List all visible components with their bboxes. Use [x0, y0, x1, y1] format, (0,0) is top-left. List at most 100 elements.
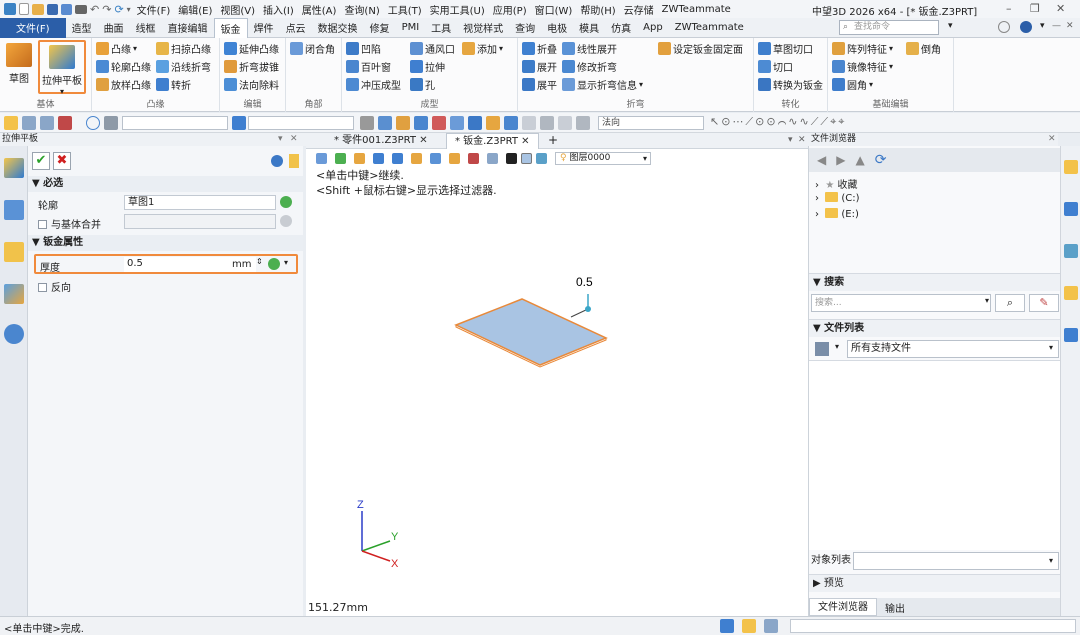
flange-button[interactable]: 凸缘 ▾ [96, 40, 137, 56]
snap-face-icon[interactable] [414, 116, 428, 130]
history-icon[interactable] [4, 284, 24, 304]
tab-direct-edit[interactable]: 直接编辑 [162, 18, 214, 38]
chamfer-button[interactable]: 倒角 [906, 40, 941, 56]
profile-field[interactable]: 草图1 [124, 195, 276, 210]
menu-attribute[interactable]: 属性(A) [302, 2, 337, 17]
tab-data-exchange[interactable]: 数据交换 [312, 18, 364, 38]
chevron-down-icon[interactable]: ▾ [1049, 343, 1053, 352]
view-icon[interactable] [232, 116, 246, 130]
preview-section[interactable]: ▶ 预览 [809, 574, 1061, 592]
mirror-feature-button[interactable]: 镜像特征 ▾ [832, 58, 893, 74]
chevron-down-icon[interactable]: ▾ [985, 296, 989, 305]
tab-repair[interactable]: 修复 [364, 18, 396, 38]
chevron-down-icon[interactable]: ▾ [835, 342, 839, 351]
library-icon[interactable] [1064, 202, 1078, 216]
file-list[interactable] [809, 360, 1061, 550]
forward-icon[interactable]: ▶ [836, 153, 845, 167]
select-icon[interactable] [4, 116, 18, 130]
redo-icon[interactable]: ↷ [102, 3, 111, 16]
panel-close-icon[interactable]: ✕ [290, 133, 298, 146]
save-as-icon[interactable] [61, 3, 72, 15]
extend-flange-button[interactable]: 延伸凸缘 [224, 40, 279, 56]
pull-plate-button[interactable]: 拉伸平板 ▾ [38, 40, 86, 96]
line-icon[interactable] [40, 116, 54, 130]
tab-pmi[interactable]: PMI [396, 18, 426, 38]
object-list-combo[interactable] [853, 552, 1059, 570]
tab-surface[interactable]: 曲面 [98, 18, 130, 38]
file-search-input[interactable]: 搜索... [811, 294, 991, 312]
bend-draft-button[interactable]: 折弯拔锥 [224, 58, 279, 74]
jog-button[interactable]: 转折 [156, 76, 191, 92]
unfold-button[interactable]: 展开 [522, 58, 557, 74]
part-icon[interactable] [4, 242, 24, 262]
snap-grid-icon[interactable] [468, 116, 482, 130]
file-browser-close-icon[interactable]: ✕ [1048, 133, 1056, 146]
3d-viewport[interactable]: ♀ 图层0000 ▾ <单击中键>继续. <Shift +鼠标右键>显示选择过滤… [306, 149, 808, 616]
spinner-icon[interactable]: ⇕ [256, 257, 263, 266]
sketch-cut-button[interactable]: 草图切口 [758, 40, 813, 56]
search-icon[interactable]: ⌕ [995, 294, 1025, 312]
menu-app[interactable]: 应用(P) [493, 2, 527, 17]
menu-view[interactable]: 视图(V) [220, 2, 255, 17]
tree-favorites[interactable]: › ★ 收藏 [815, 176, 858, 191]
tab-file[interactable]: 文件(F) [0, 17, 66, 38]
new-file-icon[interactable] [19, 3, 29, 15]
add-button[interactable]: 添加 ▾ [462, 40, 503, 56]
ribbon-close-icon[interactable]: ✕ [1066, 21, 1074, 31]
doc-tab-sheet-metal[interactable]: * 钣金.Z3PRT ✕ [446, 133, 539, 149]
feature-icon[interactable] [4, 158, 24, 178]
loft-flange-button[interactable]: 放样凸缘 [96, 76, 151, 92]
user-icon[interactable] [4, 324, 24, 344]
menu-teammate[interactable]: ZWTeammate [662, 4, 731, 15]
snap-tangent-icon[interactable] [504, 116, 518, 130]
fillet-button[interactable]: 圆角 ▾ [832, 76, 873, 92]
file-type-filter[interactable]: 所有支持文件 [847, 340, 1059, 358]
merge-checkbox[interactable] [38, 220, 47, 229]
sketch-tools-icon[interactable]: ↖⊙⋯⟋⊙⊙⌒∿∿⟋⟋⌖⌖ [710, 115, 847, 129]
tool-library-icon[interactable] [1064, 328, 1078, 342]
chevron-down-icon[interactable]: ▾ [1049, 550, 1053, 572]
pick-icon[interactable] [22, 116, 36, 130]
set-fixed-face-button[interactable]: 设定钣金固定面 [658, 40, 743, 56]
snap-icon[interactable] [360, 116, 374, 130]
louver-button[interactable]: 百叶窗 [346, 58, 391, 74]
tab-mold[interactable]: 模具 [573, 18, 605, 38]
status-view-icon[interactable] [720, 619, 734, 633]
pick-profile-icon[interactable] [280, 196, 292, 208]
tab-visual-style[interactable]: 视觉样式 [457, 18, 509, 38]
tab-modeling[interactable]: 造型 [66, 18, 98, 38]
help-icon[interactable] [1020, 21, 1032, 33]
snap-quad-icon[interactable] [540, 116, 554, 130]
linear-unfold-button[interactable]: 线性展开 [562, 40, 617, 56]
snap-end-icon[interactable] [486, 116, 500, 130]
merge-field[interactable] [124, 214, 276, 229]
restore-icon[interactable]: ❐ [1030, 2, 1040, 15]
print-icon[interactable] [75, 4, 87, 14]
search-section[interactable]: ▼ 搜索 [809, 273, 1061, 291]
refresh-icon[interactable]: ⟳ [114, 3, 123, 16]
hole-button[interactable]: 孔 [410, 76, 435, 92]
dimension-handle[interactable] [585, 306, 591, 312]
menu-insert[interactable]: 插入(I) [263, 2, 294, 17]
material-icon[interactable] [1064, 286, 1078, 300]
ok-icon[interactable]: ✔ [32, 152, 50, 170]
tab-wireframe[interactable]: 线框 [130, 18, 162, 38]
tab-sheet-metal[interactable]: 钣金 [213, 17, 248, 38]
menu-file[interactable]: 文件(F) [137, 2, 171, 17]
circle-icon[interactable] [86, 116, 100, 130]
convert-to-sheet-metal-button[interactable]: 转换为钣金 [758, 76, 823, 92]
file-list-section[interactable]: ▼ 文件列表 [809, 319, 1061, 337]
snap-perp-icon[interactable] [522, 116, 536, 130]
normal-cut-button[interactable]: 法向除料 [224, 76, 279, 92]
minimize-icon[interactable]: – [1006, 2, 1012, 15]
chevron-down-icon[interactable]: ▾ [284, 258, 288, 267]
snap-mid-icon[interactable] [450, 116, 464, 130]
layer-icon[interactable] [1064, 244, 1078, 258]
modify-bend-button[interactable]: 修改折弯 [562, 58, 617, 74]
menu-cloud[interactable]: 云存储 [624, 2, 654, 17]
tab-simulation[interactable]: 仿真 [605, 18, 637, 38]
menu-utility[interactable]: 实用工具(U) [430, 2, 485, 17]
ribbon-minimize-icon[interactable]: — [1052, 21, 1061, 31]
assembly-icon[interactable] [4, 200, 24, 220]
tree-drive-c[interactable]: › (C:) [815, 192, 860, 204]
